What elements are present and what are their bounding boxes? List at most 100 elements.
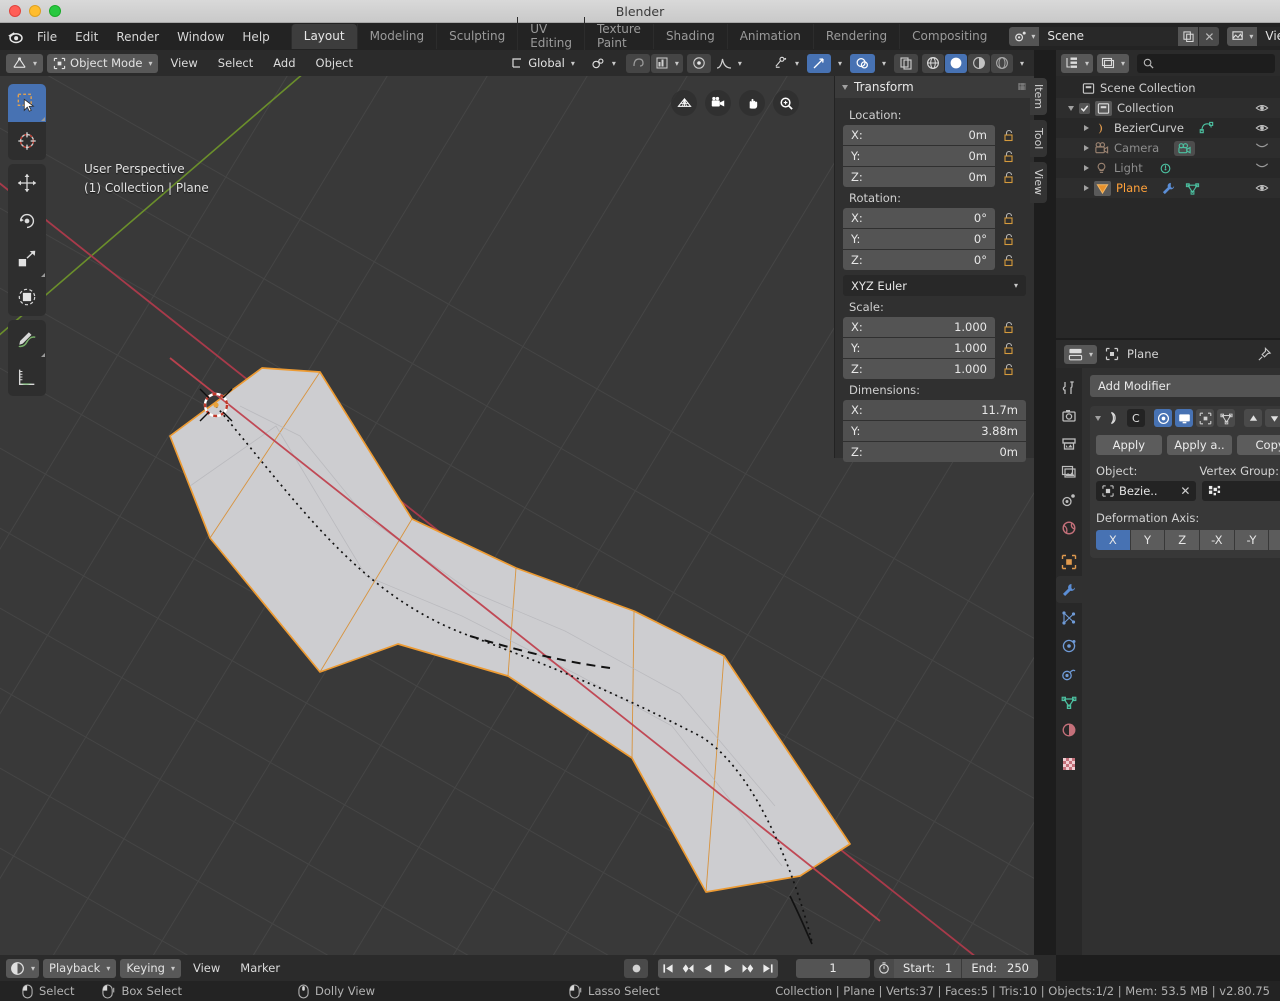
deformation-axis-x[interactable]: X bbox=[1096, 530, 1130, 550]
chevron-right-icon[interactable] bbox=[1084, 145, 1089, 151]
workspace-tab-rendering[interactable]: Rendering bbox=[813, 24, 899, 49]
rotation-z-field[interactable]: Z:0° bbox=[843, 250, 995, 270]
deformation-axis-neg-z[interactable]: -Z bbox=[1269, 530, 1280, 550]
clear-object-button[interactable]: ✕ bbox=[1180, 484, 1190, 498]
show-overlays-toggle[interactable] bbox=[850, 54, 875, 73]
current-frame-field[interactable]: 1 bbox=[796, 959, 870, 978]
menu-window[interactable]: Window bbox=[168, 27, 233, 47]
panel-drag-handle-icon[interactable]: ▦ bbox=[1017, 82, 1027, 92]
plane-visibility-icon[interactable] bbox=[1255, 181, 1269, 195]
playback-menu[interactable]: Playback▾ bbox=[43, 959, 116, 978]
jump-to-start-button[interactable] bbox=[658, 959, 678, 978]
data-tab[interactable] bbox=[1056, 688, 1082, 715]
rotation-mode-dropdown[interactable]: XYZ Euler ▾ bbox=[843, 275, 1026, 296]
zoom-view-icon[interactable] bbox=[773, 90, 799, 116]
viewport-gizmos-dropdown[interactable]: ▾ bbox=[770, 54, 803, 73]
modifier-name-field[interactable]: C bbox=[1127, 409, 1145, 427]
deformation-axis-neg-x[interactable]: -X bbox=[1200, 530, 1234, 550]
toggle-ortho-icon[interactable] bbox=[671, 90, 697, 116]
new-scene-button[interactable] bbox=[1178, 27, 1198, 46]
dimensions-z-field[interactable]: Z:0m bbox=[843, 442, 1026, 462]
cursor-tool-button[interactable] bbox=[8, 122, 46, 160]
beziercurve-visibility-icon[interactable] bbox=[1255, 121, 1269, 135]
curve-data-icon[interactable] bbox=[1199, 121, 1214, 135]
location-y-lock-icon[interactable] bbox=[1000, 146, 1018, 166]
rotation-y-lock-icon[interactable] bbox=[1000, 229, 1018, 249]
snap-pivot-dropdown[interactable]: ▾ bbox=[585, 54, 622, 73]
properties-editor-type-button[interactable]: ▾ bbox=[1064, 345, 1097, 364]
edit-mode-toggle[interactable] bbox=[1196, 409, 1214, 427]
outliner-display-mode-dropdown[interactable]: ▾ bbox=[1097, 54, 1129, 73]
collection-checkbox[interactable] bbox=[1079, 103, 1090, 114]
annotate-tool-button[interactable] bbox=[8, 320, 46, 358]
menu-help[interactable]: Help bbox=[233, 27, 278, 47]
realtime-toggle[interactable] bbox=[1175, 409, 1193, 427]
scale-y-lock-icon[interactable] bbox=[1000, 338, 1018, 358]
copy-modifier-button[interactable]: Copy bbox=[1237, 435, 1280, 455]
menu-file[interactable]: File bbox=[28, 27, 66, 47]
rotate-tool-button[interactable] bbox=[8, 202, 46, 240]
dimensions-x-field[interactable]: X:11.7m bbox=[843, 400, 1026, 420]
outliner-row-beziercurve[interactable]: BezierCurve bbox=[1056, 118, 1280, 138]
scale-z-lock-icon[interactable] bbox=[1000, 359, 1018, 379]
chevron-right-icon[interactable] bbox=[1084, 185, 1089, 191]
sidebar-tab-tool[interactable]: Tool bbox=[1030, 120, 1047, 157]
modifier-icon[interactable] bbox=[1161, 181, 1176, 196]
end-frame-field[interactable]: End: 250 bbox=[961, 959, 1038, 978]
camera-visibility-icon[interactable] bbox=[1255, 141, 1269, 151]
menu-edit[interactable]: Edit bbox=[66, 27, 107, 47]
deformation-axis-y[interactable]: Y bbox=[1131, 530, 1165, 550]
workspace-tab-modeling[interactable]: Modeling bbox=[357, 24, 437, 49]
menu-render[interactable]: Render bbox=[107, 27, 168, 47]
rotation-z-lock-icon[interactable] bbox=[1000, 250, 1018, 270]
transform-orientation-dropdown[interactable]: Global ▾ bbox=[504, 54, 581, 73]
measure-tool-button[interactable] bbox=[8, 358, 46, 396]
viewport-menu-object[interactable]: Object bbox=[308, 54, 361, 72]
outliner-row-scene-collection[interactable]: Scene Collection bbox=[1056, 78, 1280, 98]
view-layer-icon[interactable]: ▾ bbox=[1227, 27, 1257, 46]
previous-keyframe-button[interactable] bbox=[678, 959, 698, 978]
next-keyframe-button[interactable] bbox=[738, 959, 758, 978]
particles-tab[interactable] bbox=[1056, 604, 1082, 631]
camera-view-icon[interactable] bbox=[705, 90, 731, 116]
move-tool-button[interactable] bbox=[8, 164, 46, 202]
scene-tab[interactable] bbox=[1056, 486, 1082, 513]
shading-options-dropdown[interactable]: ▾ bbox=[1014, 54, 1028, 73]
constraints-tab[interactable] bbox=[1056, 660, 1082, 687]
apply-modifier-button[interactable]: Apply bbox=[1096, 435, 1162, 455]
start-frame-field[interactable]: Start: 1 bbox=[894, 959, 961, 978]
location-x-field[interactable]: X:0m bbox=[843, 125, 995, 145]
unlink-scene-button[interactable]: ✕ bbox=[1199, 27, 1219, 46]
move-modifier-down-button[interactable] bbox=[1265, 409, 1280, 427]
gizmo-options-dropdown[interactable]: ▾ bbox=[832, 54, 846, 73]
location-z-lock-icon[interactable] bbox=[1000, 167, 1018, 187]
chevron-right-icon[interactable] bbox=[1084, 125, 1089, 131]
jump-to-end-button[interactable] bbox=[758, 959, 778, 978]
solid-shading-button[interactable] bbox=[945, 54, 967, 73]
collection-visibility-icon[interactable] bbox=[1255, 101, 1269, 115]
on-cage-toggle[interactable] bbox=[1217, 409, 1235, 427]
rotation-x-field[interactable]: X:0° bbox=[843, 208, 995, 228]
auto-keying-button[interactable] bbox=[624, 959, 648, 978]
keying-menu[interactable]: Keying▾ bbox=[120, 959, 181, 978]
move-modifier-up-button[interactable] bbox=[1244, 409, 1262, 427]
location-x-lock-icon[interactable] bbox=[1000, 125, 1018, 145]
rotation-x-lock-icon[interactable] bbox=[1000, 208, 1018, 228]
rotation-y-field[interactable]: Y:0° bbox=[843, 229, 995, 249]
tool-tab[interactable] bbox=[1056, 374, 1082, 401]
render-tab[interactable] bbox=[1056, 402, 1082, 429]
outliner-editor-type-button[interactable]: ▾ bbox=[1061, 54, 1093, 73]
wireframe-shading-button[interactable] bbox=[922, 54, 944, 73]
viewport-menu-select[interactable]: Select bbox=[210, 54, 261, 72]
pin-icon[interactable] bbox=[1257, 347, 1272, 362]
workspace-tab-animation[interactable]: Animation bbox=[727, 24, 813, 49]
view-layer-tab[interactable] bbox=[1056, 458, 1082, 485]
vertex-group-field[interactable] bbox=[1202, 481, 1280, 501]
chevron-down-icon[interactable] bbox=[1095, 416, 1101, 421]
sidebar-tab-item[interactable]: Item bbox=[1030, 78, 1047, 115]
outliner-row-plane[interactable]: Plane bbox=[1056, 178, 1280, 198]
scale-x-lock-icon[interactable] bbox=[1000, 317, 1018, 337]
overlays-options-dropdown[interactable]: ▾ bbox=[876, 54, 890, 73]
proportional-editing-toggle[interactable] bbox=[687, 54, 711, 73]
light-data-icon[interactable] bbox=[1158, 161, 1173, 176]
